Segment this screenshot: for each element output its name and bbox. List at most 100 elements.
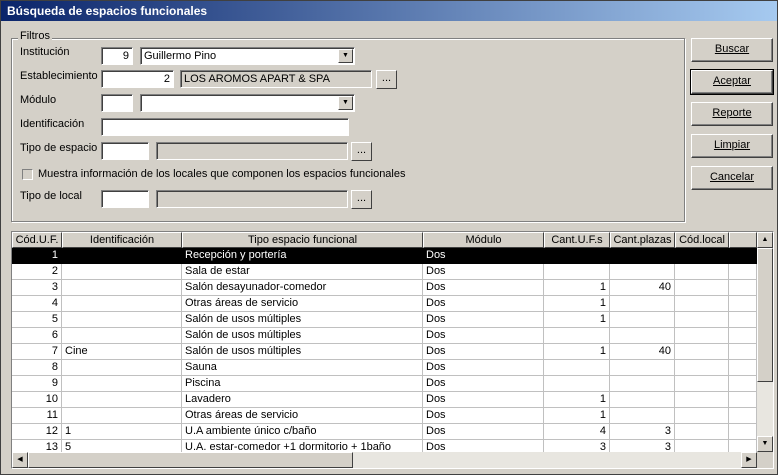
cell-filler [729, 296, 757, 312]
table-row[interactable]: 2 Sala de estar Dos [12, 264, 757, 280]
show-locales-label: Muestra información de los locales que c… [38, 168, 406, 180]
institucion-select[interactable]: Guillermo Pino ▼ [140, 47, 355, 65]
table-row[interactable]: 8 Sauna Dos [12, 360, 757, 376]
cell-identificacion [62, 296, 182, 312]
cell-cant-ufs: 4 [544, 424, 610, 440]
chevron-down-icon[interactable]: ▼ [338, 96, 353, 110]
cell-tipo-espacio: Salón de usos múltiples [182, 344, 423, 360]
cell-identificacion [62, 360, 182, 376]
table-row[interactable]: 9 Piscina Dos [12, 376, 757, 392]
tipo-espacio-code-input[interactable] [101, 142, 149, 160]
cell-tipo-espacio: Sauna [182, 360, 423, 376]
table-row[interactable]: 4 Otras áreas de servicio Dos 1 [12, 296, 757, 312]
reporte-button[interactable]: Reporte [691, 102, 773, 126]
cell-identificacion [62, 328, 182, 344]
cell-cant-plazas [610, 296, 675, 312]
tipo-local-code-input[interactable] [101, 190, 149, 208]
table-row[interactable]: 12 1 U.A ambiente único c/baño Dos 4 3 [12, 424, 757, 440]
cell-cod-local [675, 360, 729, 376]
column-header-cod-uf[interactable]: Cód.U.F. [12, 232, 62, 248]
cell-filler [729, 376, 757, 392]
column-header-tipo-espacio[interactable]: Tipo espacio funcional [182, 232, 423, 248]
scroll-down-icon[interactable]: ▼ [757, 436, 773, 452]
horizontal-scrollbar[interactable]: ◀ ▶ [12, 452, 757, 468]
column-header-identificacion[interactable]: Identificación [62, 232, 182, 248]
scroll-left-icon[interactable]: ◀ [12, 452, 28, 468]
column-header-cant-ufs[interactable]: Cant.U.F.s [544, 232, 610, 248]
cell-cod-local [675, 376, 729, 392]
cell-cod-local [675, 440, 729, 452]
table-row[interactable]: 1 Recepción y portería Dos [12, 248, 757, 264]
cell-modulo: Dos [423, 360, 544, 376]
cell-filler [729, 424, 757, 440]
establecimiento-label: Establecimiento [20, 70, 98, 82]
cell-cant-plazas: 3 [610, 424, 675, 440]
cell-filler [729, 344, 757, 360]
column-header-modulo[interactable]: Módulo [423, 232, 544, 248]
cell-cod-local [675, 312, 729, 328]
cell-cant-plazas: 3 [610, 440, 675, 452]
scroll-right-icon[interactable]: ▶ [741, 452, 757, 468]
filters-legend: Filtros [18, 30, 52, 42]
limpiar-button[interactable]: Limpiar [691, 134, 773, 158]
table-body: Cód.U.F. Identificación Tipo espacio funci… [12, 232, 757, 452]
vertical-scroll-thumb[interactable] [757, 248, 773, 382]
cell-cod-local [675, 328, 729, 344]
column-header-cod-local[interactable]: Cód.local [675, 232, 729, 248]
tipo-local-name-field [156, 190, 348, 208]
cell-cod-uf: 7 [12, 344, 62, 360]
cell-cant-plazas [610, 264, 675, 280]
tipo-espacio-browse-button[interactable]: ... [351, 142, 372, 161]
aceptar-button[interactable]: Aceptar [690, 69, 774, 95]
table-row[interactable]: 13 5 U.A. estar-comedor +1 dormitorio + 1b… [12, 440, 757, 452]
cell-identificacion: 5 [62, 440, 182, 452]
cell-filler [729, 328, 757, 344]
column-header-cant-plazas[interactable]: Cant.plazas [610, 232, 675, 248]
buscar-button[interactable]: Buscar [691, 38, 773, 62]
column-header-filler [729, 232, 757, 248]
cell-identificacion [62, 248, 182, 264]
scroll-up-icon[interactable]: ▲ [757, 232, 773, 248]
cell-filler [729, 440, 757, 452]
modulo-code-input[interactable] [101, 94, 133, 112]
results-table[interactable]: Cód.U.F. Identificación Tipo espacio funci… [11, 231, 774, 469]
cell-cod-uf: 11 [12, 408, 62, 424]
cell-tipo-espacio: Salón de usos múltiples [182, 312, 423, 328]
cell-cant-plazas [610, 392, 675, 408]
table-row[interactable]: 10 Lavadero Dos 1 [12, 392, 757, 408]
tipo-local-browse-button[interactable]: ... [351, 190, 372, 209]
horizontal-scroll-thumb[interactable] [28, 452, 353, 468]
cell-cant-plazas [610, 408, 675, 424]
cell-tipo-espacio: Lavadero [182, 392, 423, 408]
cell-cant-ufs: 1 [544, 312, 610, 328]
establecimiento-code-input[interactable]: 2 [101, 70, 174, 88]
modulo-select[interactable]: ▼ [140, 94, 355, 112]
cell-cod-uf: 8 [12, 360, 62, 376]
cell-cod-local [675, 392, 729, 408]
cell-modulo: Dos [423, 280, 544, 296]
cell-cod-uf: 4 [12, 296, 62, 312]
table-row[interactable]: 6 Salón de usos múltiples Dos [12, 328, 757, 344]
table-row[interactable]: 3 Salón desayunador-comedor Dos 1 40 [12, 280, 757, 296]
cell-tipo-espacio: U.A. estar-comedor +1 dormitorio + 1baño [182, 440, 423, 452]
show-locales-checkbox[interactable] [22, 169, 33, 180]
cell-filler [729, 408, 757, 424]
vertical-scrollbar[interactable]: ▲ ▼ [757, 232, 773, 452]
title-bar[interactable]: Búsqueda de espacios funcionales [1, 1, 777, 21]
cell-modulo: Dos [423, 344, 544, 360]
cell-cant-plazas [610, 360, 675, 376]
cancelar-button[interactable]: Cancelar [691, 166, 773, 190]
cell-cod-uf: 12 [12, 424, 62, 440]
tipo-espacio-name-field [156, 142, 348, 160]
table-row[interactable]: 7 Cine Salón de usos múltiples Dos 1 40 [12, 344, 757, 360]
identificacion-input[interactable] [101, 118, 349, 136]
cell-cod-uf: 13 [12, 440, 62, 452]
table-row[interactable]: 5 Salón de usos múltiples Dos 1 [12, 312, 757, 328]
table-row[interactable]: 11 Otras áreas de servicio Dos 1 [12, 408, 757, 424]
institucion-code-input[interactable]: 9 [101, 47, 133, 65]
cell-cod-local [675, 264, 729, 280]
chevron-down-icon[interactable]: ▼ [338, 49, 353, 63]
cell-identificacion [62, 408, 182, 424]
establecimiento-browse-button[interactable]: ... [376, 70, 397, 89]
establecimiento-name-field: LOS AROMOS APART & SPA [180, 70, 372, 88]
